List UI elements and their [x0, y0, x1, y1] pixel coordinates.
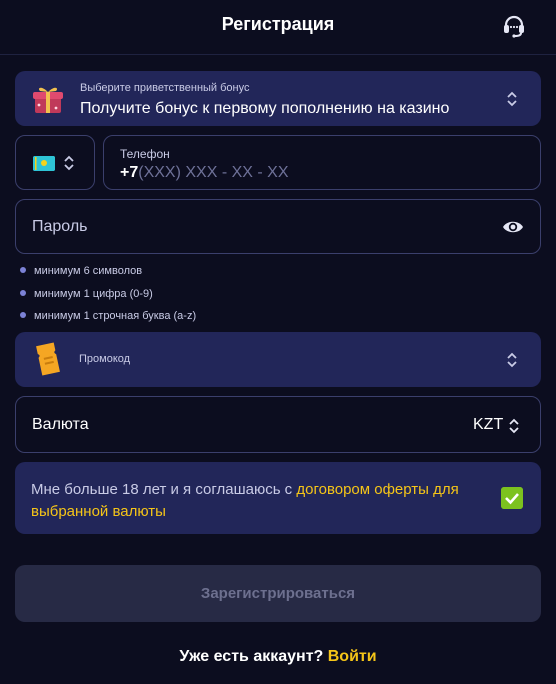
- password-field[interactable]: Пароль: [15, 199, 541, 254]
- login-prompt: Уже есть аккаунт? Войти: [0, 648, 556, 666]
- header: Регистрация: [0, 0, 556, 55]
- promo-label: Промокод: [79, 353, 131, 365]
- promo-code-toggle[interactable]: Промокод: [15, 332, 541, 387]
- password-rule: минимум 6 символов: [20, 264, 196, 287]
- bullet-icon: [20, 289, 26, 296]
- password-rules: минимум 6 символов минимум 1 цифра (0-9)…: [20, 264, 196, 332]
- phone-field[interactable]: Телефон +7(XXX) XXX - XX - XX: [103, 135, 541, 190]
- phone-placeholder: (XXX) XXX - XX - XX: [138, 164, 289, 181]
- password-placeholder: Пароль: [32, 218, 88, 235]
- bullet-icon: [20, 312, 26, 318]
- agreement-checkbox[interactable]: [501, 487, 523, 509]
- country-code-select[interactable]: [15, 135, 95, 190]
- agreement-panel: Мне больше 18 лет и я соглашаюсь с догов…: [15, 462, 541, 534]
- agreement-text: Мне больше 18 лет и я соглашаюсь с догов…: [31, 481, 459, 520]
- password-rule: минимум 1 строчная буква (a-z): [20, 309, 196, 332]
- password-rule: минимум 1 цифра (0-9): [20, 287, 196, 310]
- chevron-updown-icon: [507, 352, 517, 368]
- bullet-icon: [20, 267, 26, 273]
- phone-prefix: +7: [120, 164, 139, 181]
- login-question: Уже есть аккаунт?: [179, 648, 328, 665]
- currency-select[interactable]: Валюта KZT: [15, 396, 541, 453]
- phone-label: Телефон: [120, 147, 170, 161]
- currency-value: KZT: [473, 416, 504, 433]
- currency-label: Валюта: [32, 416, 89, 433]
- chevron-updown-icon: [507, 91, 517, 107]
- page-title: Регистрация: [221, 14, 335, 34]
- phone-input[interactable]: +7(XXX) XXX - XX - XX: [120, 164, 289, 182]
- chevron-updown-icon: [509, 418, 519, 434]
- ticket-icon: [36, 342, 60, 376]
- bonus-select[interactable]: Выберите приветственный бонус Получите б…: [15, 71, 541, 126]
- register-button[interactable]: Зарегистрироваться: [15, 565, 541, 622]
- bonus-label: Выберите приветственный бонус: [80, 82, 250, 94]
- bonus-value: Получите бонус к первому пополнению на к…: [80, 100, 450, 117]
- gift-icon: [33, 87, 63, 113]
- chevron-updown-icon: [64, 155, 74, 171]
- eye-icon[interactable]: [502, 219, 524, 235]
- headset-icon[interactable]: [501, 13, 527, 39]
- kazakhstan-flag-icon: [33, 156, 55, 171]
- login-link[interactable]: Войти: [328, 648, 377, 665]
